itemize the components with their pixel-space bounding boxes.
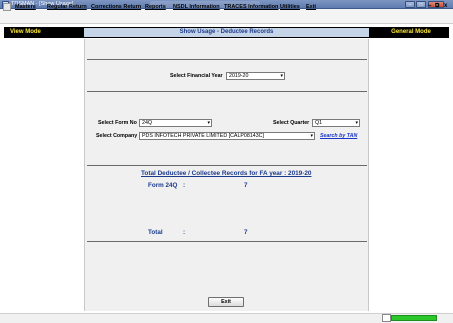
divider xyxy=(87,59,367,60)
form-24q-separator: : xyxy=(183,182,186,189)
form-no-label: Select Form No xyxy=(98,120,137,126)
menu-exit[interactable]: Exit xyxy=(306,4,316,11)
chevron-down-icon: ▾ xyxy=(310,133,313,139)
divider xyxy=(87,241,367,242)
menu-bar xyxy=(0,9,453,24)
chevron-down-icon: ▾ xyxy=(207,120,210,126)
page-title: Show Usage - Deductee Records xyxy=(84,28,369,37)
financial-year-select[interactable]: 2019-20 ▾ xyxy=(226,72,285,80)
company-value: PDS INFOTECH PRIVATE LIMITED [CALP08143C… xyxy=(142,133,264,139)
mdi-restore-icon[interactable]: ⧉ xyxy=(435,3,439,10)
divider xyxy=(87,165,367,166)
company-label: Select Company xyxy=(96,133,138,139)
financial-year-value: 2019-20 xyxy=(229,73,249,79)
records-title: Total Deductee / Collectee Records for F… xyxy=(141,170,312,177)
total-separator: : xyxy=(183,229,186,236)
menu-traces-information[interactable]: TRACES Information xyxy=(224,4,278,11)
mdi-close-icon[interactable]: x xyxy=(444,3,447,10)
view-mode-label: View Mode xyxy=(10,29,41,35)
chevron-down-icon: ▾ xyxy=(280,73,283,79)
divider xyxy=(87,91,367,92)
exit-button[interactable]: Exit xyxy=(208,297,244,307)
chevron-down-icon: ▾ xyxy=(355,120,358,126)
menu-regular-return[interactable]: Regular Return xyxy=(47,4,87,11)
total-count: 7 xyxy=(244,229,248,236)
general-mode-label: General Mode xyxy=(391,29,431,35)
menu-masters[interactable]: Masters xyxy=(15,4,36,11)
status-progress-indicator xyxy=(391,315,437,321)
status-indicator-box xyxy=(382,314,391,322)
form-no-select[interactable]: 24Q ▾ xyxy=(139,119,212,127)
search-by-tan-link[interactable]: Search by TAN xyxy=(320,133,357,140)
minimize-icon[interactable]: – xyxy=(405,1,415,8)
quarter-select[interactable]: Q1 ▾ xyxy=(312,119,360,127)
financial-year-label: Select Financial Year xyxy=(170,73,223,79)
quarter-label: Select Quarter xyxy=(273,120,310,126)
menu-nsdl-information[interactable]: NSDL Information xyxy=(173,4,220,11)
menu-corrections-return[interactable]: Corrections Return xyxy=(91,4,141,11)
form-24q-count: 7 xyxy=(244,182,248,189)
menu-utilities[interactable]: Utilities xyxy=(280,4,300,11)
form-no-value: 24Q xyxy=(142,120,153,126)
maximize-icon[interactable]: □ xyxy=(416,1,426,8)
form-24q-label: Form 24Q xyxy=(148,182,178,189)
total-label: Total xyxy=(148,229,163,236)
document-icon[interactable] xyxy=(3,3,11,11)
menu-reports[interactable]: Reports xyxy=(145,4,166,11)
mdi-minimize-icon[interactable]: – xyxy=(428,3,431,10)
quarter-value: Q1 xyxy=(315,120,323,126)
company-select[interactable]: PDS INFOTECH PRIVATE LIMITED [CALP08143C… xyxy=(139,132,315,140)
